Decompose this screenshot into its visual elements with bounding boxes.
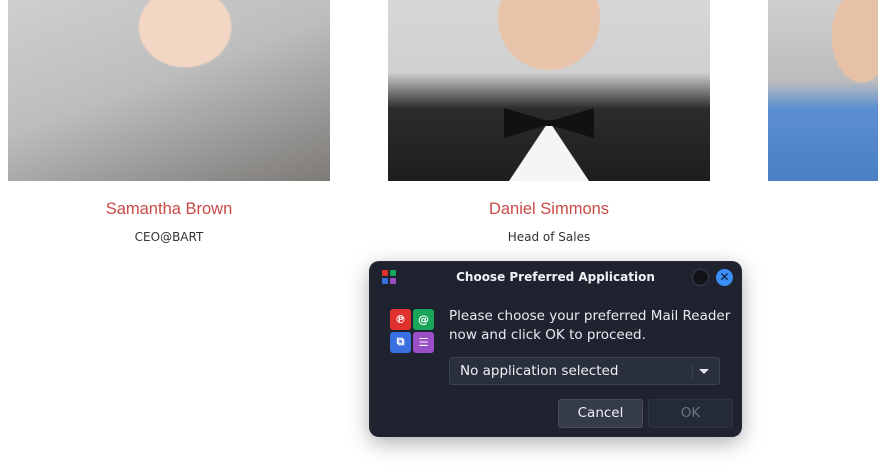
team-photo-daniel — [388, 0, 710, 181]
tile-blue: ⧉ — [390, 331, 411, 353]
team-photo-samantha — [8, 0, 330, 181]
message-line-2: now and click OK to proceed. — [449, 327, 646, 343]
minimize-button[interactable] — [692, 269, 709, 286]
choose-application-dialog: Choose Preferred Application ✕ ℗ @ ⧉ ☰ P… — [370, 262, 741, 436]
member-name[interactable]: Samantha Brown — [8, 200, 330, 219]
team-photo-third — [768, 0, 878, 181]
chevron-down-icon — [699, 369, 709, 374]
tile-green: @ — [413, 309, 434, 330]
mail-reader-icon: ℗ @ ⧉ ☰ — [390, 309, 434, 353]
tile-red: ℗ — [390, 309, 411, 330]
select-value: No application selected — [460, 363, 619, 379]
dialog-message: Please choose your preferred Mail Reader… — [449, 307, 734, 345]
ok-button[interactable]: OK — [648, 399, 733, 428]
dialog-title: Choose Preferred Application — [456, 270, 655, 284]
member-role: Head of Sales — [507, 230, 591, 244]
select-divider — [692, 363, 693, 380]
message-line-1: Please choose your preferred Mail Reader — [449, 308, 731, 324]
dialog-titlebar[interactable]: Choose Preferred Application ✕ — [370, 262, 741, 293]
member-role: CEO@BART — [134, 230, 204, 244]
cancel-button[interactable]: Cancel — [558, 399, 643, 428]
application-select[interactable]: No application selected — [449, 357, 720, 385]
member-name[interactable]: Daniel Simmons — [388, 200, 710, 219]
tile-purple: ☰ — [413, 331, 434, 353]
close-button[interactable]: ✕ — [716, 269, 733, 286]
